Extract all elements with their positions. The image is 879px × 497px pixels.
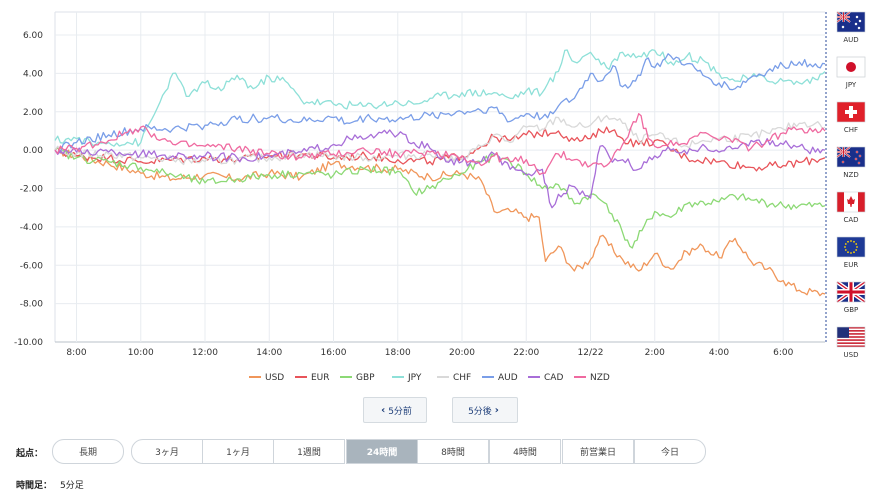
period-option[interactable]: 1ヶ月 — [202, 439, 274, 464]
period-option[interactable]: 8時間 — [417, 439, 489, 464]
us-flag-icon — [836, 326, 866, 348]
y-tick-label: -8.00 — [20, 300, 44, 310]
switzerland-flag-icon — [836, 101, 866, 123]
currency-strength-chart: 6.00 4.00 2.00 0.00 -2.00 -4.00 -6.00 -8.00 -10.… — [14, 11, 867, 383]
next-5min-button[interactable]: 5分後 › — [452, 397, 518, 423]
flag-item-usd[interactable]: USD — [836, 326, 866, 359]
legend-label: CAD — [544, 373, 563, 383]
y-tick-label: -10.00 — [14, 338, 43, 348]
chart-series — [54, 49, 826, 297]
flag-item-nzd[interactable]: NZD — [836, 146, 866, 179]
x-tick-label: 22:00 — [513, 348, 539, 358]
period-option[interactable]: 前営業日 — [562, 439, 634, 464]
x-tick-label: 6:00 — [773, 348, 793, 358]
legend-item-nzd[interactable]: NZD — [574, 373, 610, 383]
currency-flag-panel[interactable]: AUD JPY CHF NZD CAD EUR GBP USD — [835, 11, 867, 359]
legend-label: AUD — [498, 373, 518, 383]
period-option[interactable]: 3ヶ月 — [131, 439, 203, 464]
chart-legend[interactable]: USD EUR GBP JPY CHF AUD CAD NZD — [249, 373, 610, 383]
period-option[interactable]: 長期 — [52, 439, 124, 464]
period-label: 起点： — [16, 449, 44, 459]
y-tick-label: -6.00 — [20, 261, 44, 271]
series-line-aud — [54, 53, 826, 154]
chart-axes: 6.00 4.00 2.00 0.00 -2.00 -4.00 -6.00 -8.00 -10.… — [14, 31, 794, 358]
flag-label: JPY — [845, 81, 857, 89]
x-tick-label: 12:00 — [192, 348, 218, 358]
flag-label: USD — [844, 351, 859, 359]
legend-item-usd[interactable]: USD — [249, 373, 284, 383]
x-tick-label: 14:00 — [256, 348, 282, 358]
x-tick-label: 12/22 — [578, 348, 604, 358]
legend-label: NZD — [590, 373, 610, 383]
japan-flag-icon — [836, 56, 866, 78]
y-tick-label: 0.00 — [23, 146, 43, 156]
legend-item-chf[interactable]: CHF — [437, 373, 471, 383]
flag-label: CHF — [844, 126, 858, 134]
x-tick-label: 10:00 — [128, 348, 154, 358]
flag-item-gbp[interactable]: GBP — [835, 280, 867, 314]
new-zealand-flag-icon — [836, 146, 866, 168]
legend-item-cad[interactable]: CAD — [528, 373, 563, 383]
legend-label: USD — [265, 373, 284, 383]
legend-label: EUR — [311, 373, 330, 383]
chevron-left-icon: ‹ — [381, 404, 386, 416]
series-line-usd — [54, 146, 826, 297]
flag-item-jpy[interactable]: JPY — [836, 56, 866, 89]
x-tick-label: 16:00 — [321, 348, 347, 358]
legend-label: GBP — [356, 373, 375, 383]
flag-label: NZD — [843, 171, 858, 179]
y-tick-label: -2.00 — [20, 185, 44, 195]
timeframe-label: 時間足： — [16, 481, 53, 491]
australia-flag-icon — [836, 11, 866, 33]
flag-label: EUR — [844, 261, 859, 269]
uk-flag-icon — [835, 280, 867, 304]
legend-item-gbp[interactable]: GBP — [340, 373, 375, 383]
next-5min-label: 5分後 — [468, 406, 492, 417]
series-line-nzd — [54, 113, 826, 176]
period-option[interactable]: 今日 — [634, 439, 706, 464]
prev-5min-label: 5分前 — [388, 406, 412, 417]
legend-item-jpy[interactable]: JPY — [392, 373, 422, 383]
period-option[interactable]: 24時間 — [346, 439, 418, 464]
y-tick-label: 6.00 — [23, 31, 43, 41]
canada-flag-icon — [836, 191, 866, 213]
x-tick-label: 4:00 — [709, 348, 729, 358]
eu-flag-icon — [836, 236, 866, 258]
flag-label: AUD — [843, 36, 858, 44]
y-tick-label: 2.00 — [23, 108, 43, 118]
legend-label: CHF — [453, 373, 471, 383]
legend-item-eur[interactable]: EUR — [295, 373, 330, 383]
flag-item-eur[interactable]: EUR — [836, 236, 866, 269]
flag-item-aud[interactable]: AUD — [836, 11, 866, 44]
x-tick-label: 20:00 — [449, 348, 475, 358]
flag-label: CAD — [843, 216, 858, 224]
flag-item-chf[interactable]: CHF — [836, 101, 866, 134]
y-tick-label: -4.00 — [20, 223, 44, 233]
y-tick-label: 4.00 — [23, 69, 43, 79]
timeframe-value: 5分足 — [60, 481, 84, 491]
x-tick-label: 18:00 — [385, 348, 411, 358]
legend-label: JPY — [407, 373, 422, 383]
flag-label: GBP — [844, 306, 858, 314]
prev-5min-button[interactable]: ‹ 5分前 — [363, 397, 427, 423]
chevron-right-icon: › — [494, 404, 499, 416]
legend-item-aud[interactable]: AUD — [482, 373, 518, 383]
period-option[interactable]: 4時間 — [489, 439, 561, 464]
period-option[interactable]: 1週間 — [273, 439, 345, 464]
x-tick-label: 2:00 — [645, 348, 665, 358]
flag-item-cad[interactable]: CAD — [836, 191, 866, 224]
x-tick-label: 8:00 — [66, 348, 86, 358]
series-line-eur — [54, 126, 826, 172]
